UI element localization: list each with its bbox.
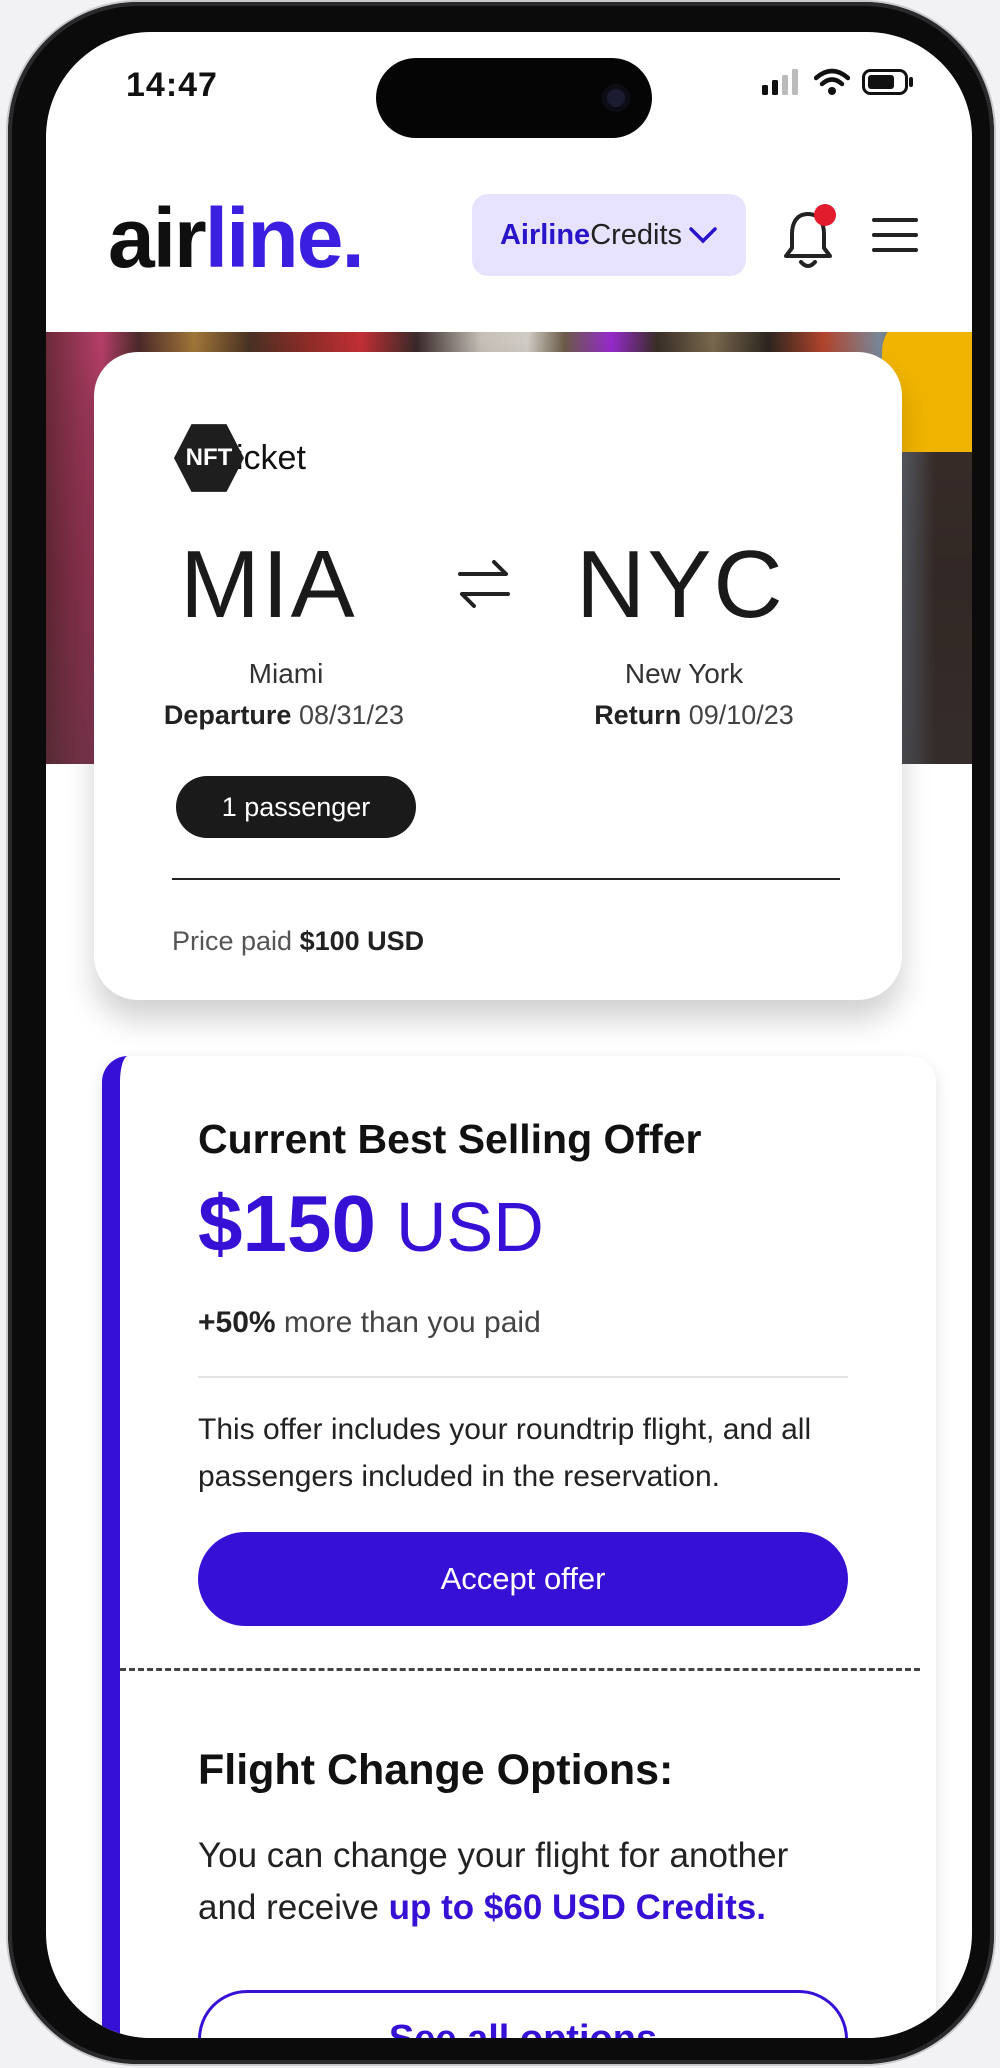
departure-date-value: 08/31/23 bbox=[298, 700, 405, 730]
change-desc-highlight: up to $60 USD Credits. bbox=[388, 1888, 766, 1927]
price-paid: Price paid $100 USD bbox=[172, 926, 424, 957]
airline-credits-button[interactable]: Airline Credits bbox=[472, 194, 746, 276]
offer-title: Current Best Selling Offer bbox=[198, 1116, 702, 1162]
departure-label: Departure bbox=[163, 700, 292, 730]
battery-icon bbox=[862, 69, 913, 95]
phone-frame: 14:47 airline. Airline Credits NFT icket… bbox=[8, 2, 994, 2064]
return-date-value: 09/10/23 bbox=[688, 700, 794, 730]
origin-code: MIA bbox=[180, 531, 357, 638]
nfticket-text: icket bbox=[236, 438, 306, 477]
flight-change-description: You can change your flight for another a… bbox=[198, 1830, 848, 1934]
return-date: Return 09/10/23 bbox=[524, 700, 864, 731]
logo-accent: line. bbox=[204, 191, 365, 285]
notification-badge bbox=[814, 204, 836, 226]
flight-change-title: Flight Change Options: bbox=[198, 1746, 674, 1794]
screen: 14:47 airline. Airline Credits NFT icket… bbox=[46, 32, 972, 2038]
offer-percentage: +50% more than you paid bbox=[198, 1306, 541, 1340]
see-all-options-button[interactable]: See all options bbox=[198, 1990, 848, 2038]
return-label: Return bbox=[594, 700, 682, 730]
app-header: airline. Airline Credits bbox=[46, 152, 972, 332]
chevron-down-icon bbox=[689, 227, 717, 244]
offer-card: Current Best Selling Offer $150 USD +50%… bbox=[102, 1056, 936, 2038]
departure-date: Departure 08/31/23 bbox=[114, 700, 454, 731]
nfticket-hex-icon: NFT bbox=[174, 424, 244, 492]
passenger-badge: 1 passenger bbox=[176, 776, 416, 838]
destination-code: NYC bbox=[576, 531, 785, 638]
airline-logo[interactable]: airline. bbox=[108, 190, 365, 287]
price-paid-value: $100 USD bbox=[299, 926, 425, 956]
swap-arrows-icon bbox=[458, 560, 510, 608]
origin-city: Miami bbox=[248, 658, 324, 689]
ticket-card: NFT icket MIA NYC Miami New York Departu… bbox=[94, 352, 902, 1000]
offer-pct-value: +50% bbox=[198, 1306, 276, 1339]
offer-currency: USD bbox=[395, 1188, 544, 1266]
accept-offer-button[interactable]: Accept offer bbox=[198, 1532, 848, 1626]
price-paid-label: Price paid bbox=[172, 926, 293, 956]
signal-icon bbox=[762, 69, 798, 95]
destination-city: New York bbox=[624, 658, 744, 689]
status-time: 14:47 bbox=[126, 66, 218, 104]
credits-bold-label: Airline bbox=[499, 218, 591, 251]
credits-label: Credits bbox=[590, 218, 683, 251]
camera-icon bbox=[602, 84, 630, 112]
offer-pct-text: more than you paid bbox=[283, 1306, 541, 1339]
status-icons bbox=[762, 68, 914, 96]
offer-description: This offer includes your roundtrip fligh… bbox=[198, 1413, 812, 1493]
menu-icon[interactable] bbox=[872, 218, 918, 258]
offer-amount: $150 bbox=[198, 1179, 376, 1268]
logo-prefix: air bbox=[108, 191, 207, 285]
dashed-divider bbox=[120, 1668, 920, 1671]
offer-price: $150 USD bbox=[198, 1178, 544, 1270]
dynamic-island bbox=[376, 58, 652, 138]
wifi-icon bbox=[814, 68, 850, 95]
nfticket-logo: NFT icket bbox=[174, 422, 306, 494]
offer-divider bbox=[198, 1376, 848, 1378]
ticket-divider bbox=[172, 878, 840, 880]
